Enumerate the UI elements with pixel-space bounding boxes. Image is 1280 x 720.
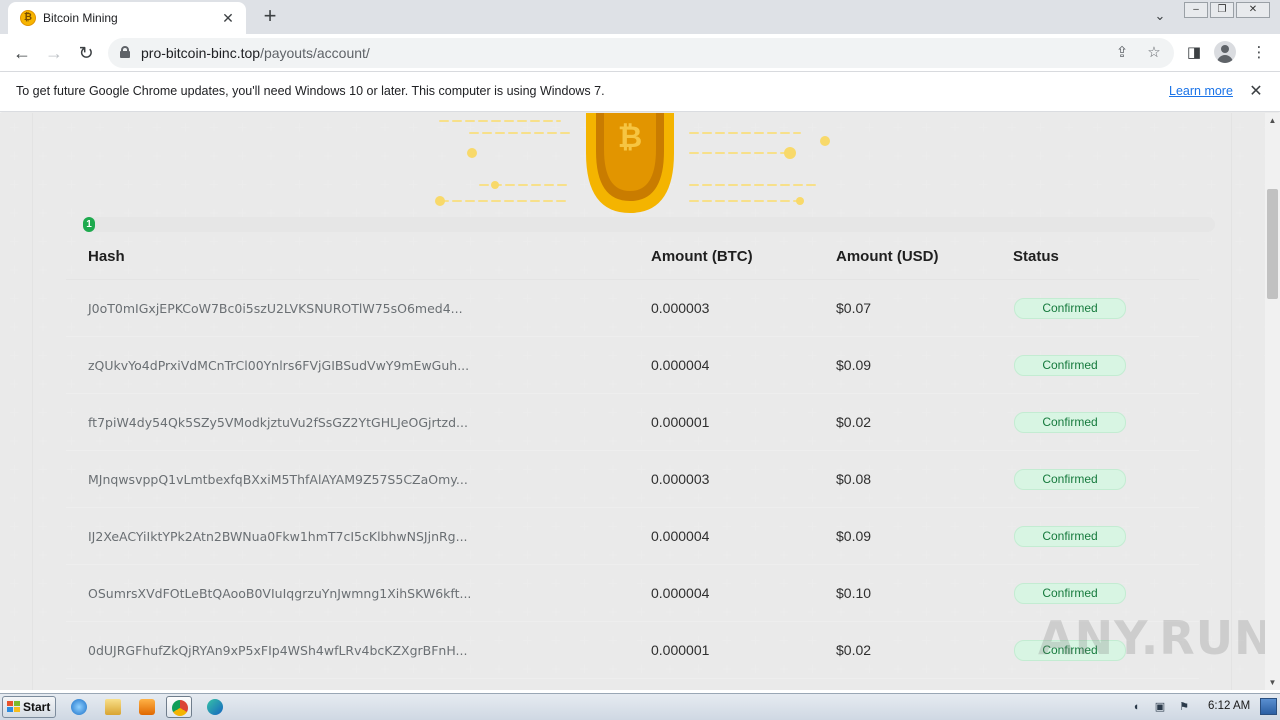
restore-button[interactable]: ❐ [1210, 2, 1234, 18]
svg-text:₿: ₿ [618, 120, 642, 155]
scrollbar-thumb[interactable] [1267, 189, 1278, 299]
explorer-icon[interactable] [100, 696, 126, 718]
status-badge: Confirmed [1014, 526, 1126, 547]
mining-progress-bar: 1 [83, 217, 1215, 232]
url-host: pro-bitcoin-binc.top [141, 45, 261, 61]
usd-cell: $0.02 [836, 642, 872, 658]
windows-logo-icon [7, 701, 20, 713]
usd-cell: $0.07 [836, 300, 872, 316]
tab-title: Bitcoin Mining [43, 11, 118, 25]
chrome-icon[interactable] [166, 696, 192, 718]
table-row: zQUkvYo4dPrxiVdMCnTrCl00Ynlrs6FVjGIBSudV… [66, 337, 1199, 394]
hash-cell: IJ2XeACYiIktYPk2Atn2BWNua0Fkw1hmT7cI5cKl… [88, 529, 468, 544]
payouts-table: Hash Amount (BTC) Amount (USD) Status J0… [66, 233, 1199, 679]
hash-cell: zQUkvYo4dPrxiVdMCnTrCl00Ynlrs6FVjGIBSudV… [88, 358, 470, 373]
header-status: Status [1013, 248, 1059, 265]
table-row: MJnqwsvppQ1vLmtbexfqBXxiM5ThfAlAYAM9Z57S… [66, 451, 1199, 508]
minimize-button[interactable]: ‒ [1184, 2, 1208, 18]
window-close-button[interactable]: ✕ [1236, 2, 1270, 18]
hash-cell: 0dUJRGFhufZkQjRYAn9xP5xFIp4WSh4wfLRv4bcK… [88, 643, 468, 658]
reload-icon[interactable]: ↻ [72, 39, 100, 67]
url-path: /payouts/account/ [260, 45, 370, 61]
status-badge: Confirmed [1014, 412, 1126, 433]
action-center-flag-icon[interactable]: ⚑ [1176, 700, 1192, 714]
bitcoin-coin-illustration: ₿ [435, 113, 830, 213]
table-header: Hash Amount (BTC) Amount (USD) Status [66, 233, 1199, 280]
usd-cell: $0.09 [836, 357, 872, 373]
hash-cell: OSumrsXVdFOtLeBtQAooB0VIuIqgrzuYnJwmng1X… [88, 586, 472, 601]
tab-strip: ₿ Bitcoin Mining ✕ + ⌄ ‒ ❐ ✕ [0, 0, 1280, 34]
header-amount-btc: Amount (BTC) [651, 248, 753, 265]
profile-avatar-icon[interactable] [1214, 41, 1236, 63]
status-badge: Confirmed [1014, 469, 1126, 490]
lock-icon[interactable] [120, 46, 130, 58]
header-hash: Hash [88, 248, 125, 265]
update-infobar: To get future Google Chrome updates, you… [0, 72, 1280, 112]
hash-cell: J0oT0mIGxjEPKCoW7Bc0i5szU2LVKSNUROTlW75s… [88, 301, 463, 316]
windows-taskbar: Start ◖ ▣ ⚑ 6:12 AM [0, 693, 1280, 720]
table-row: ft7piW4dy54Qk5SZy5VModkjztuVu2fSsGZ2YtGH… [66, 394, 1199, 451]
btc-cell: 0.000004 [651, 357, 710, 373]
btc-cell: 0.000003 [651, 471, 710, 487]
page-viewport: ₿ 1 Hash Amount (BTC) Amount (USD) Statu… [0, 113, 1265, 690]
btc-cell: 0.000003 [651, 300, 710, 316]
address-bar[interactable]: pro-bitcoin-binc.top/payouts/account/ ⇪ … [108, 38, 1174, 68]
share-icon[interactable]: ⇪ [1112, 43, 1132, 63]
usd-cell: $0.02 [836, 414, 872, 430]
header-amount-usd: Amount (USD) [836, 248, 939, 265]
back-arrow-icon[interactable]: ← [8, 39, 36, 67]
anyrun-watermark: ANY.RUN [1038, 611, 1265, 665]
hash-cell: MJnqwsvppQ1vLmtbexfqBXxiM5ThfAlAYAM9Z57S… [88, 472, 468, 487]
close-icon[interactable]: ✕ [218, 8, 238, 28]
usd-cell: $0.09 [836, 528, 872, 544]
network-icon[interactable]: ▣ [1152, 700, 1168, 714]
btc-cell: 0.000001 [651, 414, 710, 430]
scroll-up-arrow-icon[interactable]: ▲ [1265, 113, 1280, 128]
table-row: J0oT0mIGxjEPKCoW7Bc0i5szU2LVKSNUROTlW75s… [66, 280, 1199, 337]
start-button[interactable]: Start [2, 696, 56, 718]
status-badge: Confirmed [1014, 355, 1126, 376]
taskbar-clock[interactable]: 6:12 AM [1208, 700, 1250, 712]
usd-cell: $0.08 [836, 471, 872, 487]
side-panel-icon[interactable]: ◨ [1184, 43, 1204, 63]
hash-cell: ft7piW4dy54Qk5SZy5VModkjztuVu2fSsGZ2YtGH… [88, 415, 468, 430]
usd-cell: $0.10 [836, 585, 872, 601]
browser-toolbar: ← → ↻ pro-bitcoin-binc.top/payouts/accou… [0, 34, 1280, 72]
scroll-down-arrow-icon[interactable]: ▼ [1265, 675, 1280, 690]
table-row: IJ2XeACYiIktYPk2Atn2BWNua0Fkw1hmT7cI5cKl… [66, 508, 1199, 565]
url-text[interactable]: pro-bitcoin-binc.top/payouts/account/ [141, 45, 370, 61]
table-row: OSumrsXVdFOtLeBtQAooB0VIuIqgrzuYnJwmng1X… [66, 565, 1199, 622]
status-badge: Confirmed [1014, 298, 1126, 319]
chevron-down-icon[interactable]: ⌄ [1150, 8, 1170, 28]
progress-fill: 1 [83, 217, 95, 232]
forward-arrow-icon[interactable]: → [40, 39, 68, 67]
tab-bitcoin-mining[interactable]: ₿ Bitcoin Mining ✕ [8, 2, 246, 34]
ie-icon[interactable] [66, 696, 92, 718]
close-icon[interactable]: ✕ [1246, 82, 1266, 102]
btc-cell: 0.000001 [651, 642, 710, 658]
btc-cell: 0.000004 [651, 528, 710, 544]
btc-cell: 0.000004 [651, 585, 710, 601]
start-label: Start [23, 700, 51, 714]
bitcoin-icon: ₿ [20, 10, 36, 26]
page-scrollbar[interactable]: ▲ ▼ [1265, 113, 1280, 690]
show-desktop-button[interactable] [1260, 698, 1277, 715]
bookmark-star-icon[interactable]: ☆ [1144, 43, 1164, 63]
status-badge: Confirmed [1014, 583, 1126, 604]
volume-icon[interactable]: ◖ [1128, 700, 1144, 714]
new-tab-button[interactable]: + [258, 5, 282, 29]
media-player-icon[interactable] [134, 696, 160, 718]
edge-icon[interactable] [202, 696, 228, 718]
infobar-message: To get future Google Chrome updates, you… [16, 84, 605, 98]
menu-kebab-icon[interactable]: ⋮ [1249, 43, 1269, 63]
table-row: 0dUJRGFhufZkQjRYAn9xP5xFIp4WSh4wfLRv4bcK… [66, 622, 1199, 679]
learn-more-link[interactable]: Learn more [1169, 84, 1233, 98]
